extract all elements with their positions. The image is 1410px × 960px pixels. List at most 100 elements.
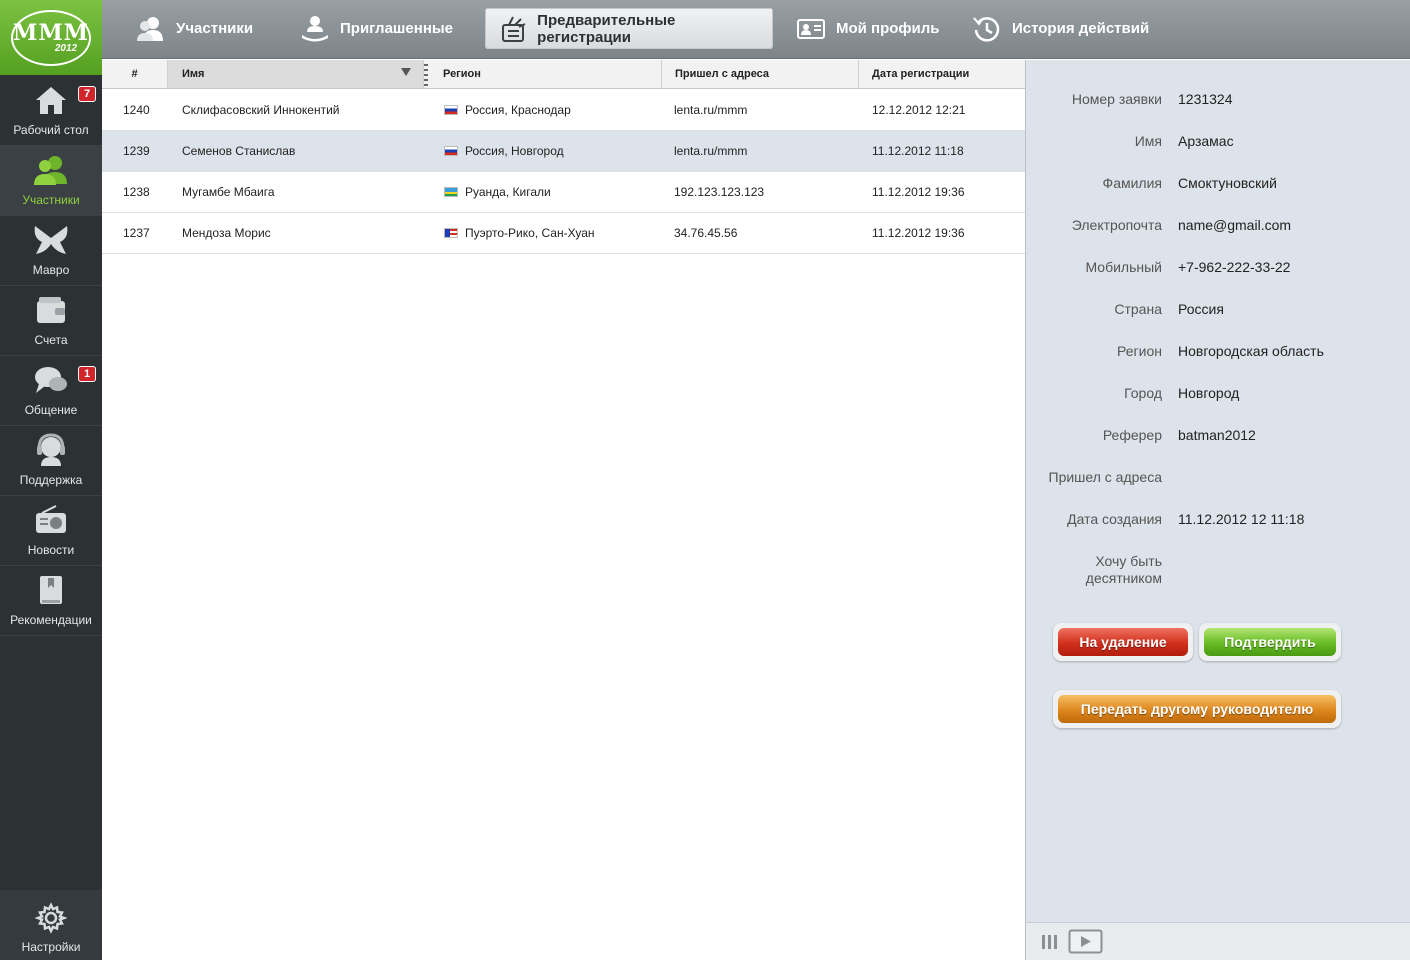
sidebar-item-label: Новости [27, 543, 75, 557]
field-value: Новгород [1178, 385, 1240, 401]
column-header-date[interactable]: Дата регистрации [859, 60, 1025, 88]
headset-icon [31, 430, 71, 470]
cell-id: 1239 [123, 144, 150, 158]
cell-date: 11.12.2012 19:36 [872, 226, 965, 240]
notification-badge: 1 [78, 366, 96, 382]
panel-footer [1026, 922, 1410, 960]
cell-name: Семенов Станислав [182, 144, 296, 158]
sidebar-item-label: Мавро [32, 263, 70, 277]
tab-invited[interactable]: Приглашенные [300, 8, 453, 49]
top-tab-bar: Участники Приглашенные Предварительные р… [102, 0, 1410, 59]
cell-region-text: Россия, Краснодар [465, 103, 571, 117]
radio-icon [31, 500, 71, 540]
confirm-button[interactable]: Подтвердить [1199, 623, 1341, 661]
field-label: Номер заявки [1071, 91, 1162, 107]
logo-text: МММ [12, 19, 90, 46]
cell-date: 11.12.2012 11:18 [872, 144, 964, 158]
column-header-label: Имя [182, 68, 205, 80]
cell-region: Россия, Новгород [444, 131, 564, 171]
field-value: Россия [1178, 301, 1224, 317]
column-header-label: Пришел с адреса [675, 68, 770, 80]
rwanda-flag-icon [444, 187, 458, 197]
sidebar-item-communication[interactable]: 1 Общение [0, 356, 102, 426]
cell-date: 12.12.2012 12:21 [872, 103, 966, 117]
sort-descending-icon[interactable] [401, 68, 411, 76]
column-header-number[interactable]: # [102, 60, 168, 88]
cell-name: Мугамбе Мбаига [182, 185, 275, 199]
column-header-name[interactable]: Имя [168, 60, 428, 88]
notification-badge: 7 [78, 86, 96, 102]
field-value: name@gmail.com [1178, 217, 1292, 233]
field-label: Фамилия [1102, 175, 1162, 191]
gear-icon [31, 898, 71, 938]
sidebar-item-mavro[interactable]: Мавро [0, 216, 102, 286]
tab-participants[interactable]: Участники [136, 8, 253, 49]
sidebar-item-label: Рекомендации [10, 613, 92, 627]
tab-label: Мой профиль [836, 20, 940, 37]
field-value: Новгородская область [1178, 343, 1324, 359]
cell-id: 1237 [123, 226, 150, 240]
field-value: 1231324 [1178, 91, 1233, 107]
cell-region-text: Руанда, Кигали [465, 185, 551, 199]
butterfly-icon [31, 220, 71, 260]
column-header-label: Дата регистрации [872, 68, 970, 80]
logo[interactable]: МММ 2012 [0, 0, 102, 75]
table-row[interactable]: 1237 Мендоза Морис Пуэрто-Рико, Сан-Хуан… [102, 213, 1025, 254]
tab-preregistrations[interactable]: Предварительные регистрации [485, 8, 773, 49]
cell-region-text: Пуэрто-Рико, Сан-Хуан [465, 226, 595, 240]
table-row[interactable]: 1239 Семенов Станислав Россия, Новгород … [102, 131, 1025, 172]
registration-icon [499, 14, 527, 44]
cell-region-text: Россия, Новгород [465, 144, 564, 158]
users-icon [31, 150, 71, 190]
cell-source: 34.76.45.56 [674, 226, 738, 240]
cell-name: Мендоза Морис [182, 226, 271, 240]
cell-region: Россия, Краснодар [444, 90, 571, 130]
field-value: Арзамас [1178, 133, 1234, 149]
field-label: Имя [1134, 133, 1162, 149]
delete-button[interactable]: На удаление [1053, 623, 1193, 661]
sidebar-item-recommendations[interactable]: Рекомендации [0, 566, 102, 636]
column-header-source[interactable]: Пришел с адреса [662, 60, 859, 88]
column-header-region[interactable]: Регион [428, 60, 662, 88]
field-value: batman2012 [1178, 427, 1256, 443]
sidebar-item-support[interactable]: Поддержка [0, 426, 102, 496]
users-icon [136, 14, 166, 44]
tab-label: История действий [1012, 20, 1150, 37]
delete-button-label: На удаление [1058, 628, 1188, 656]
registrations-table: # Имя Регион Пришел с адреса Дата регист… [102, 60, 1025, 960]
sidebar-item-desktop[interactable]: 7 Рабочий стол [0, 76, 102, 146]
logo-emblem: МММ 2012 [11, 9, 91, 66]
tab-my-profile[interactable]: Мой профиль [796, 8, 940, 49]
invited-icon [300, 14, 330, 44]
column-header-label: Регион [443, 68, 481, 80]
play-icon[interactable] [1068, 929, 1104, 960]
table-row[interactable]: 1238 Мугамбе Мбаига Руанда, Кигали 192.1… [102, 172, 1025, 213]
cell-region: Руанда, Кигали [444, 172, 551, 212]
puerto-rico-flag-icon [444, 228, 458, 238]
book-icon [31, 570, 71, 610]
cell-source: 192.123.123.123 [674, 185, 765, 199]
sidebar-item-label: Настройки [21, 940, 81, 954]
sidebar-item-settings[interactable]: Настройки [0, 890, 102, 960]
cell-region: Пуэрто-Рико, Сан-Хуан [444, 213, 595, 253]
field-value: 11.12.2012 12 11:18 [1178, 511, 1305, 527]
sidebar-item-label: Участники [22, 193, 80, 207]
cell-name: Склифасовский Иннокентий [182, 103, 340, 117]
russia-flag-icon [444, 146, 458, 156]
sidebar-item-news[interactable]: Новости [0, 496, 102, 566]
column-header-label: # [131, 68, 138, 80]
sidebar-item-participants[interactable]: Участники [0, 146, 102, 216]
tab-action-history[interactable]: История действий [972, 8, 1149, 49]
transfer-to-manager-button[interactable]: Передать другому руководителю [1053, 690, 1341, 728]
field-value: Смоктуновский [1178, 175, 1277, 191]
sidebar: МММ 2012 7 Рабочий стол Участники Мавро … [0, 0, 102, 960]
columns-toggle-icon[interactable] [1041, 933, 1059, 956]
table-row[interactable]: 1240 Склифасовский Иннокентий Россия, Кр… [102, 90, 1025, 131]
transfer-button-label: Передать другому руководителю [1058, 695, 1336, 723]
field-label: Регион [1117, 343, 1162, 359]
registration-detail-panel: Номер заявки 1231324 Имя Арзамас Фамилия… [1025, 60, 1410, 960]
sidebar-item-label: Рабочий стол [13, 123, 89, 137]
cell-source: lenta.ru/mmm [674, 144, 748, 158]
sidebar-item-accounts[interactable]: Счета [0, 286, 102, 356]
tab-label: Участники [176, 20, 254, 37]
